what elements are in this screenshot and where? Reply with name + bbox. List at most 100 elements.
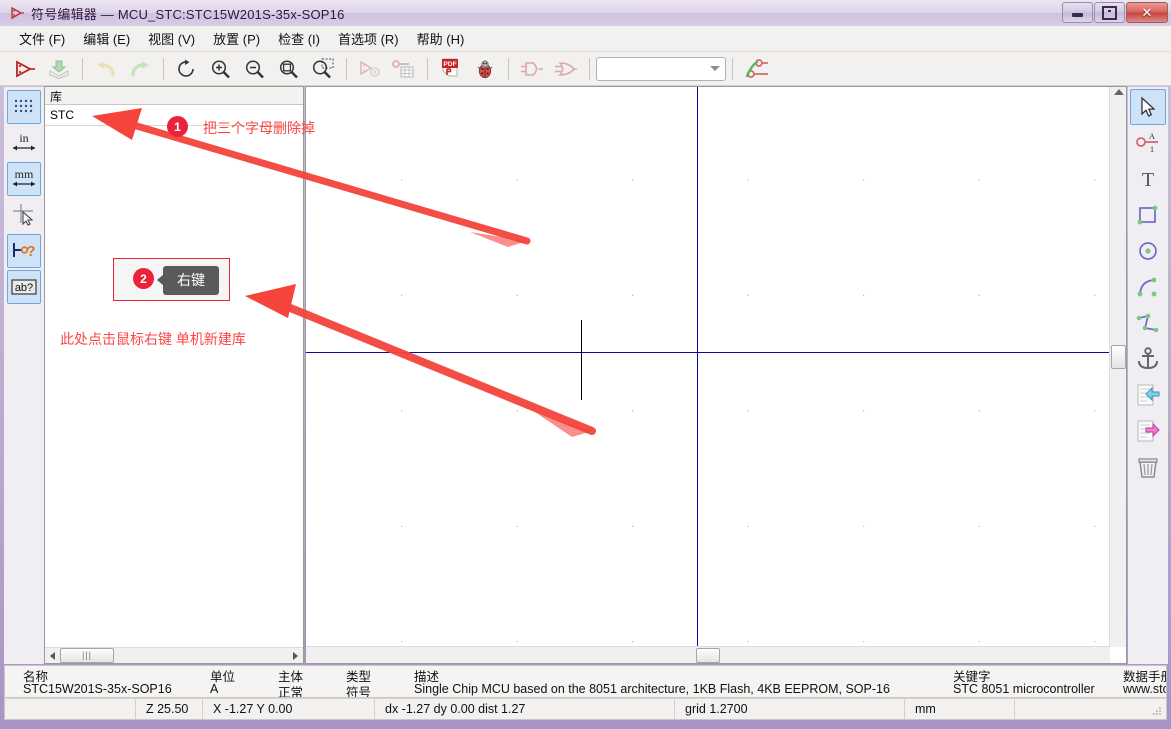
toolbar-separator [508, 57, 509, 80]
menu-file[interactable]: 文件 (F) [10, 26, 74, 51]
show-pin-electrical-button[interactable]: ? [7, 234, 41, 268]
select-tool-button[interactable] [1130, 89, 1166, 125]
svg-text:A: A [1149, 131, 1156, 141]
cell-description: Single Chip MCU based on the 8051 archit… [414, 682, 890, 696]
scroll-left-arrow-icon[interactable] [45, 649, 60, 662]
pdf-export-button[interactable]: PDF [435, 54, 467, 84]
scroll-up-arrow-icon[interactable] [1114, 89, 1124, 95]
units-inches-button[interactable]: in [7, 126, 41, 160]
annotation-2-text: 此处点击鼠标右键 单机新建库 [60, 331, 246, 347]
canvas-axis-horizontal [306, 352, 1111, 353]
add-pin-button[interactable]: A 1 [1130, 125, 1166, 161]
units-mm-button[interactable]: mm [7, 162, 41, 196]
refresh-button[interactable] [171, 54, 203, 84]
status-delta: dx -1.27 dy 0.00 dist 1.27 [375, 699, 675, 719]
add-circle-button[interactable] [1130, 233, 1166, 269]
scroll-right-arrow-icon[interactable] [288, 649, 303, 662]
menu-edit[interactable]: 编辑 (E) [74, 26, 139, 51]
title-bar: 符号编辑器 — MCU_STC:STC15W201S-35x-SOP16 ✕ [0, 0, 1171, 27]
toggle-grid-button[interactable] [7, 90, 41, 124]
pin-edit-icon [745, 58, 768, 78]
menu-help[interactable]: 帮助 (H) [408, 26, 474, 51]
units-inches-label: in [19, 131, 28, 145]
status-bar: Z 25.50 X -1.27 Y 0.00 dx -1.27 dy 0.00 … [4, 698, 1167, 720]
menu-inspect[interactable]: 检查 (I) [269, 26, 329, 51]
symbol-editor-window: 符号编辑器 — MCU_STC:STC15W201S-35x-SOP16 ✕ 文… [0, 0, 1171, 729]
close-icon: ✕ [1141, 5, 1153, 20]
library-hscroll-thumb[interactable]: ||| [60, 648, 114, 663]
pin-table-button[interactable] [388, 54, 420, 84]
info-table-header-row: 名称 单位 主体 类型 描述 关键字 数据手册 [5, 666, 1166, 684]
right-click-tooltip: 右键 [157, 266, 219, 295]
add-text-icon: T [1142, 169, 1154, 191]
library-tree-body[interactable] [45, 127, 303, 648]
export-symbol-button[interactable] [1130, 413, 1166, 449]
zoom-in-button[interactable] [205, 54, 237, 84]
drawing-canvas[interactable] [306, 87, 1111, 648]
library-hscrollbar[interactable]: ||| [45, 647, 303, 663]
canvas-hscroll-thumb[interactable] [696, 648, 720, 663]
close-button[interactable]: ✕ [1126, 2, 1168, 23]
annotation-1-number: 1 [167, 116, 188, 137]
show-hidden-text-icon: ab? [11, 279, 37, 295]
canvas-vscrollbar[interactable] [1109, 87, 1126, 647]
symbol-canvas-area[interactable] [305, 86, 1127, 664]
save-button[interactable] [43, 54, 75, 84]
cursor-fullscreen-button[interactable] [7, 198, 41, 232]
canvas-vscroll-thumb[interactable] [1111, 345, 1126, 369]
demorgan-standard-button[interactable] [516, 54, 548, 84]
add-polyline-icon [1136, 313, 1159, 333]
symbol-properties-button[interactable] [354, 54, 386, 84]
deMorgan-alternate-icon [555, 61, 577, 76]
unit-select-combo[interactable] [596, 56, 726, 81]
right-tool-strip: A 1 T [1128, 87, 1168, 664]
delete-item-button[interactable] [1130, 449, 1166, 485]
new-symbol-button[interactable] [9, 54, 41, 84]
erc-check-button[interactable] [469, 54, 501, 84]
menu-view[interactable]: 视图 (V) [139, 26, 204, 51]
add-arc-icon [1137, 277, 1157, 297]
maximize-button[interactable] [1094, 2, 1125, 23]
status-empty-left [5, 699, 136, 719]
demorgan-alternate-button[interactable] [550, 54, 582, 84]
cell-body: 正常 [278, 686, 304, 698]
import-symbol-button[interactable] [1130, 377, 1166, 413]
place-anchor-button[interactable] [1130, 341, 1166, 377]
toolbar-separator [589, 57, 590, 80]
minimize-button[interactable] [1062, 2, 1093, 23]
svg-text:1: 1 [1150, 144, 1154, 154]
add-pin-icon: A 1 [1136, 131, 1158, 154]
show-hidden-text-button[interactable]: ab? [7, 270, 41, 304]
pdf-export-icon: PDF [442, 58, 458, 76]
zoom-fit-button[interactable] [273, 54, 305, 84]
add-polyline-button[interactable] [1130, 305, 1166, 341]
canvas-hscrollbar[interactable] [306, 646, 1110, 663]
zoom-area-button[interactable] [307, 54, 339, 84]
add-arc-button[interactable] [1130, 269, 1166, 305]
undo-button[interactable] [90, 54, 122, 84]
redo-button[interactable] [124, 54, 156, 84]
resize-grip-icon[interactable] [1151, 705, 1163, 717]
status-grid: grid 1.2700 [675, 699, 905, 719]
zoom-fit-icon [279, 59, 298, 78]
canvas-axis-vertical [697, 87, 698, 648]
add-rectangle-icon [1137, 205, 1158, 225]
menu-preferences[interactable]: 首选项 (R) [329, 26, 408, 51]
pin-edit-button[interactable] [740, 54, 772, 84]
add-rectangle-button[interactable] [1130, 197, 1166, 233]
cell-name: STC15W201S-35x-SOP16 [23, 682, 172, 696]
show-pin-electrical-icon: ? [13, 243, 36, 260]
save-icon [49, 60, 69, 79]
cell-unit: A [210, 682, 219, 696]
menu-place[interactable]: 放置 (P) [204, 26, 269, 51]
add-text-button[interactable]: T [1130, 161, 1166, 197]
annotation-1-text: 把三个字母删除掉 [203, 120, 315, 136]
select-tool-icon [1141, 96, 1156, 117]
export-symbol-icon [1137, 420, 1160, 442]
zoom-out-button[interactable] [239, 54, 271, 84]
symbol-editor-icon [6, 3, 28, 23]
cursor-fullscreen-icon [13, 204, 34, 226]
place-anchor-icon [1138, 347, 1158, 370]
status-extra [1015, 699, 1166, 719]
info-table-data-row[interactable]: STC15W201S-35x-SOP16 A 正常 符号 Single Chip… [5, 682, 1166, 698]
